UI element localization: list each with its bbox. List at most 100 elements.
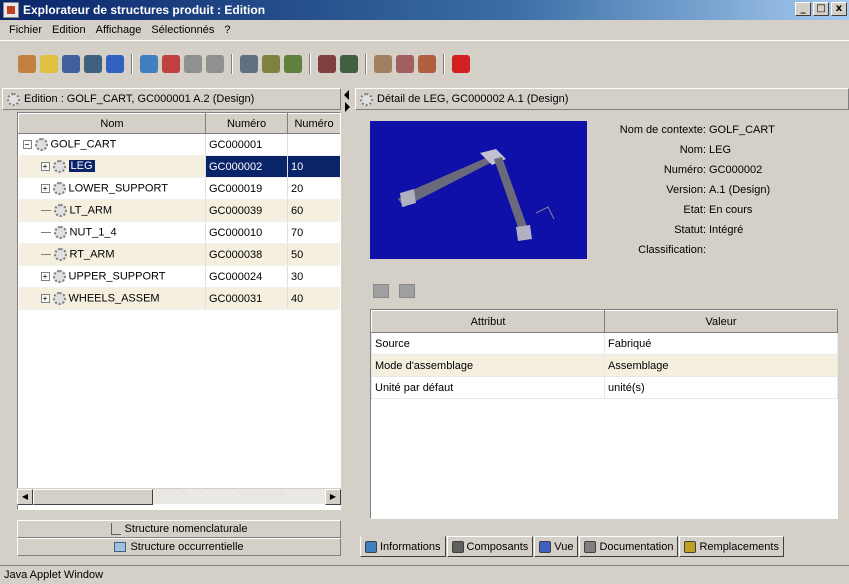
leg-3d-render [398, 149, 555, 241]
part-name: NUT_1_4 [69, 226, 117, 239]
scroll-thumb[interactable] [33, 489, 153, 505]
leg-joint-left [400, 189, 416, 207]
property-label: Version: [666, 184, 706, 196]
tree-cell-name[interactable]: + WHEELS_ASSEM [18, 287, 206, 310]
column-header-valeur[interactable]: Valeur [604, 310, 838, 333]
tree-row[interactable]: + LEG GC000002 10 [18, 155, 340, 178]
edit-mark-icon[interactable] [418, 54, 436, 73]
tree-row[interactable]: + WHEELS_ASSEM GC000031 40 [18, 287, 340, 310]
toolbar-separator [231, 53, 233, 74]
tree-connector [40, 232, 51, 233]
expand-icon[interactable]: + [40, 294, 50, 303]
tree-row[interactable]: LT_ARM GC000039 60 [18, 199, 340, 222]
tab-info[interactable]: Informations [360, 536, 446, 557]
toolbar-separator [309, 53, 311, 74]
column-header-numero-ligne[interactable]: Numéro [287, 113, 340, 134]
expand-icon[interactable]: + [40, 162, 50, 171]
expand-icon[interactable]: + [40, 272, 50, 281]
structure-occurrentielle-label: Structure occurrentielle [130, 541, 244, 553]
column-header-nom[interactable]: Nom [18, 113, 206, 134]
window-icon[interactable] [62, 54, 80, 73]
part-icon [52, 160, 66, 173]
column-header-numero[interactable]: Numéro [205, 113, 288, 134]
occurrence-structure-icon [114, 542, 127, 552]
structure-pane: Edition : GOLF_CART, GC000001 A.2 (Desig… [2, 88, 341, 560]
info-icon[interactable] [140, 54, 158, 73]
property-label: Nom de contexte: [619, 124, 706, 136]
move-up-icon[interactable] [184, 54, 202, 73]
line-number: 20 [287, 177, 340, 200]
edit-icon[interactable] [374, 54, 392, 73]
pane-divider[interactable] [343, 88, 351, 560]
tree-row[interactable]: − GOLF_CART GC000001 [18, 133, 340, 156]
tree-cell-name[interactable]: RT_ARM [18, 243, 206, 266]
link-icon[interactable] [318, 54, 336, 73]
tree-row[interactable]: RT_ARM GC000038 50 [18, 243, 340, 266]
structure-tree[interactable]: Nom Numéro Numéro − GOLF_CART GC000001 + LEG… [17, 112, 341, 510]
tree-row[interactable]: + UPPER_SUPPORT GC000024 30 [18, 265, 340, 288]
line-number: 40 [287, 287, 340, 310]
tree-cell-name[interactable]: LT_ARM [18, 199, 206, 222]
tree-cell-name[interactable]: NUT_1_4 [18, 221, 206, 244]
list-icon[interactable] [240, 54, 258, 73]
menu-affichage[interactable]: Affichage [91, 24, 147, 36]
tab-replacements[interactable]: Remplacements [679, 536, 784, 557]
property-label: Classification: [638, 244, 706, 256]
new-part-icon[interactable] [18, 54, 36, 73]
tree-row[interactable]: + LOWER_SUPPORT GC000019 20 [18, 177, 340, 200]
explode-icon[interactable] [262, 54, 280, 73]
scroll-right-icon[interactable]: ▶ [325, 489, 341, 505]
part-number: GC000039 [205, 199, 288, 222]
3d-viewer[interactable] [370, 121, 587, 259]
collapse-left-icon[interactable] [344, 90, 349, 100]
structure-pane-title: Edition : GOLF_CART, GC000001 A.2 (Desig… [24, 93, 255, 105]
tab-components[interactable]: Composants [446, 536, 534, 557]
help-icon[interactable] [452, 54, 470, 73]
structure-nomenclaturale-button[interactable]: Structure nomenclaturale [17, 520, 341, 538]
open-folder-icon[interactable] [40, 54, 58, 73]
maximize-button[interactable]: □ [813, 2, 829, 16]
attribute-table: Attribut Valeur Source Fabriqué Mode d'ass… [371, 310, 838, 399]
structure-occurrentielle-button[interactable]: Structure occurrentielle [17, 538, 341, 556]
horizontal-scrollbar[interactable]: ◀ ▶ [17, 488, 341, 505]
tree-cell-name[interactable]: + UPPER_SUPPORT [18, 265, 206, 288]
attribute-row[interactable]: Unité par défaut unité(s) [371, 376, 838, 399]
attribute-row[interactable]: Source Fabriqué [371, 332, 838, 355]
attribute-copy-icon[interactable] [399, 284, 415, 298]
scroll-track[interactable] [153, 489, 325, 504]
close-button[interactable]: x [831, 2, 847, 16]
replace-icon[interactable] [284, 54, 302, 73]
structure-pane-header: Edition : GOLF_CART, GC000001 A.2 (Desig… [2, 88, 341, 110]
tree-cell-name[interactable]: − GOLF_CART [18, 133, 206, 156]
toolbar-separator [443, 53, 445, 74]
structure-table: Nom Numéro Numéro − GOLF_CART GC000001 + LEG… [18, 113, 340, 310]
tree-icon[interactable] [340, 54, 358, 73]
tree-cell-name[interactable]: + LEG [18, 155, 206, 178]
move-down-icon[interactable] [206, 54, 224, 73]
line-number: 10 [287, 155, 340, 178]
attribute-edit-icon[interactable] [373, 284, 389, 298]
insert-icon[interactable] [162, 54, 180, 73]
menu-help[interactable]: ? [219, 24, 235, 36]
menu-edition[interactable]: Edition [47, 24, 91, 36]
menu-fichier[interactable]: Fichier [4, 24, 47, 36]
refresh-icon[interactable] [106, 54, 124, 73]
tree-cell-name[interactable]: + LOWER_SUPPORT [18, 177, 206, 200]
line-number: 50 [287, 243, 340, 266]
property-row: Etat: En cours [587, 204, 847, 224]
column-header-attribut[interactable]: Attribut [371, 310, 605, 333]
collapse-icon[interactable]: − [22, 140, 32, 149]
scroll-left-icon[interactable]: ◀ [17, 489, 33, 505]
part-icon [53, 226, 67, 239]
collapse-right-icon[interactable] [345, 102, 350, 112]
tree-row[interactable]: NUT_1_4 GC000010 70 [18, 221, 340, 244]
tab-document[interactable]: Documentation [579, 536, 679, 557]
tab-view[interactable]: Vue [534, 536, 579, 557]
expand-icon[interactable]: + [40, 184, 50, 193]
edit-check-icon[interactable] [396, 54, 414, 73]
structure-icon[interactable] [84, 54, 102, 73]
minimize-button[interactable]: _ [795, 2, 811, 16]
part-number: GC000019 [205, 177, 288, 200]
attribute-row[interactable]: Mode d'assemblage Assemblage [371, 354, 838, 377]
menu-selectionnes[interactable]: Sélectionnés [146, 24, 219, 36]
